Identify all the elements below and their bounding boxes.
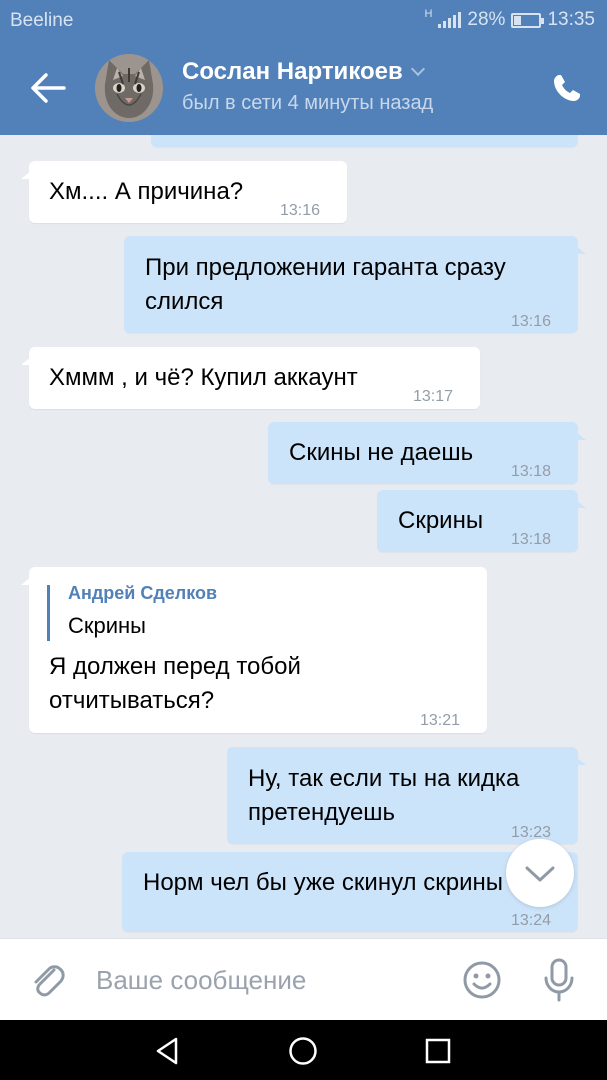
battery-percent: 28% — [467, 9, 506, 30]
message-text: Норм чел бы уже скинул скрины — [143, 869, 503, 896]
message-time: 13:24 — [511, 912, 552, 929]
cat-avatar-icon — [95, 54, 163, 122]
message-outgoing[interactable]: Ну, так если ты на кидка претендуешь 13:… — [227, 747, 586, 844]
system-nav-bar — [0, 1020, 607, 1080]
reply-text: Скрины — [68, 613, 146, 638]
message-text: Скины не даешь — [289, 439, 474, 466]
contact-name[interactable]: Сослан Нартикоев — [182, 58, 425, 86]
carrier-name: Beeline — [10, 10, 74, 31]
back-triangle-icon[interactable] — [152, 1035, 184, 1067]
emoji-icon[interactable] — [462, 960, 502, 1000]
message-time: 13:18 — [511, 463, 552, 480]
message-time: 13:16 — [280, 202, 321, 219]
message-text: При предложении гаранта сразу слился — [145, 251, 506, 319]
paperclip-icon[interactable] — [30, 961, 66, 999]
message-list[interactable]: Хм.... А причина? 13:16 При предложении … — [0, 135, 607, 938]
message-line: Я должен перед тобой — [49, 653, 301, 680]
message-text: Хммм , и чё? Купил аккаунт — [49, 364, 358, 391]
status-bar: Beeline H 28% 13:35 — [0, 0, 607, 42]
message-time: 13:18 — [511, 531, 552, 548]
message-outgoing[interactable]: Скины не даешь 13:18 — [268, 422, 586, 484]
message-composer: Ваше сообщение — [0, 938, 607, 1020]
recents-square-icon[interactable] — [422, 1035, 454, 1067]
message-line: Ну, так если ты на кидка — [248, 765, 520, 792]
back-arrow-icon[interactable] — [28, 70, 68, 106]
clock: 13:35 — [547, 9, 595, 30]
message-line: При предложении гаранта сразу — [145, 254, 506, 281]
scroll-to-bottom-button[interactable] — [506, 839, 574, 907]
message-text: Хм.... А причина? — [49, 178, 244, 205]
message-outgoing[interactable]: Скрины 13:18 — [377, 490, 586, 552]
microphone-icon[interactable] — [542, 957, 576, 1003]
message-text: Ну, так если ты на кидка претендуешь — [248, 762, 519, 830]
home-circle-icon[interactable] — [287, 1035, 319, 1067]
message-input[interactable]: Ваше сообщение — [96, 965, 306, 996]
network-type: H — [424, 8, 433, 20]
message-bubble-partial[interactable] — [151, 135, 578, 147]
message-time: 13:21 — [420, 712, 461, 729]
reply-quote-bar — [47, 585, 50, 641]
chat-header: Сослан Нартикоев был в сети 4 минуты наз… — [0, 42, 607, 135]
message-time: 13:17 — [413, 388, 454, 405]
chevron-down-icon — [525, 866, 555, 882]
message-text: Скрины — [398, 507, 484, 534]
message-incoming[interactable]: Хм.... А причина? 13:16 — [21, 161, 347, 223]
message-outgoing[interactable]: При предложении гаранта сразу слился 13:… — [124, 236, 586, 333]
battery-icon — [511, 12, 545, 28]
last-seen-status: был в сети 4 минуты назад — [182, 92, 434, 114]
message-line: слился — [145, 288, 224, 315]
contact-name-text: Сослан Нартикоев — [182, 58, 403, 85]
message-incoming[interactable]: Хммм , и чё? Купил аккаунт 13:17 — [21, 347, 480, 409]
reply-author[interactable]: Андрей Сделков — [68, 581, 217, 605]
message-incoming-reply[interactable]: Андрей Сделков Скрины Я должен перед тоб… — [21, 567, 487, 733]
message-text: Я должен перед тобой отчитываться? — [49, 650, 301, 718]
message-time: 13:16 — [511, 313, 552, 330]
message-line: отчитываться? — [49, 687, 215, 714]
chevron-down-icon[interactable] — [410, 61, 425, 77]
signal-icon — [438, 12, 462, 28]
message-line: претендуешь — [248, 799, 396, 826]
avatar[interactable] — [95, 54, 163, 122]
status-icons: H 28% 13:35 — [424, 8, 595, 31]
phone-icon[interactable] — [551, 72, 583, 104]
